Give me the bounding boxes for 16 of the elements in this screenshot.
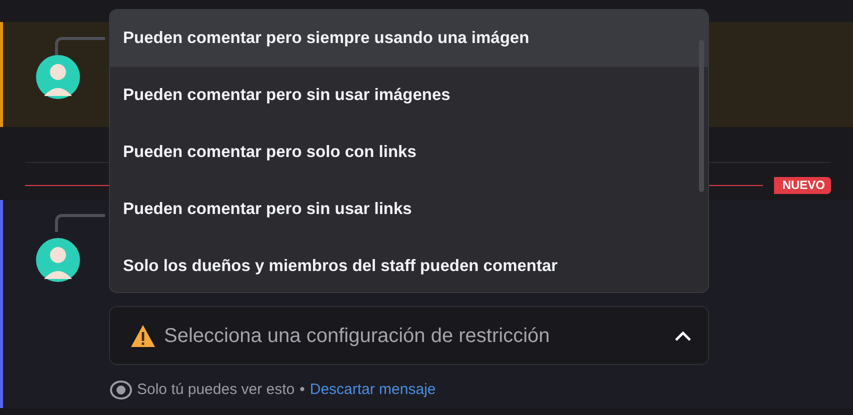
scrollbar-thumb[interactable]: [699, 40, 704, 192]
menu-option[interactable]: Solo los dueños y miembros del staff pueden comentar: [110, 238, 708, 292]
menu-option[interactable]: Pueden comentar pero siempre usando una imágen: [110, 10, 708, 67]
dismiss-link[interactable]: Descartar mensaje: [310, 379, 436, 402]
menu-option[interactable]: Pueden comentar pero sin usar imágenes: [110, 67, 708, 124]
ephemeral-note: Solo tú puedes ver esto: [137, 380, 295, 400]
menu-option[interactable]: Pueden comentar pero solo con links: [110, 124, 708, 181]
reply-connector: [55, 214, 105, 232]
avatar: [35, 54, 81, 100]
separator-dot: •: [300, 380, 305, 400]
menu-option[interactable]: Pueden comentar pero sin usar links: [110, 181, 708, 238]
warning-icon: [130, 324, 156, 348]
new-badge: NUEVO: [774, 177, 831, 194]
avatar: [35, 237, 81, 283]
eye-icon: [110, 380, 132, 400]
restriction-select[interactable]: Selecciona una configuración de restricción: [109, 306, 709, 365]
